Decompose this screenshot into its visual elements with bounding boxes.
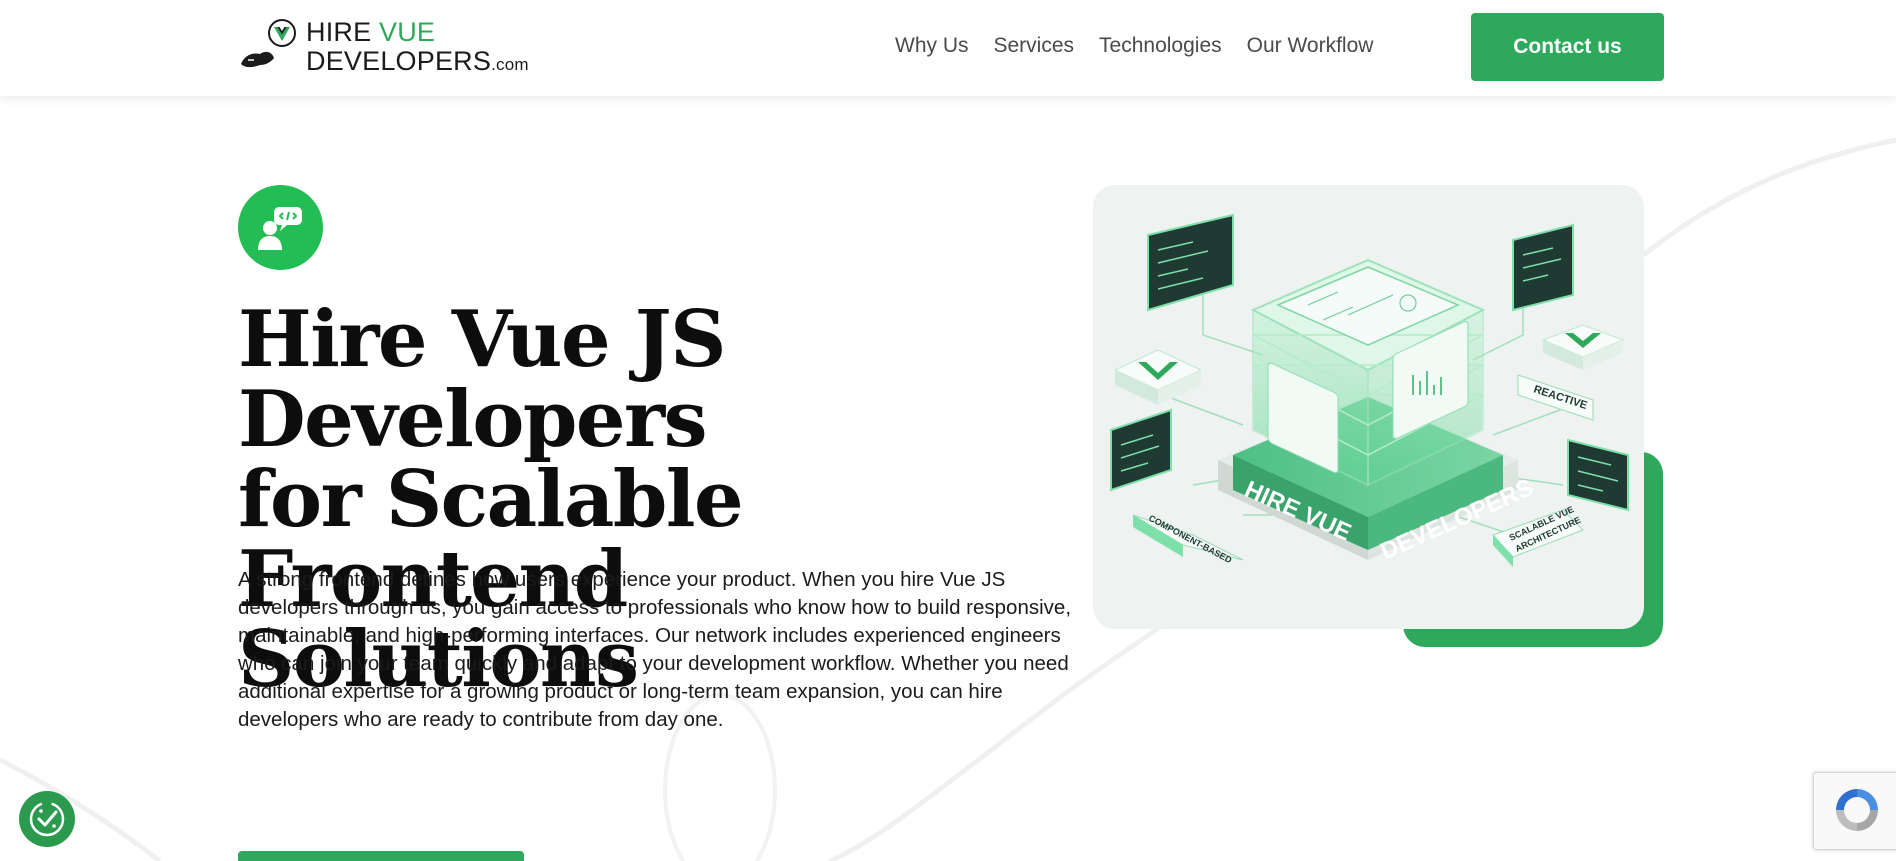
component-based-tag: COMPONENT-BASED <box>1132 513 1244 565</box>
logo-word-dotcom: .com <box>491 55 529 74</box>
code-panel-left <box>1110 408 1172 492</box>
cookie-consent-icon <box>29 801 65 837</box>
isometric-vue-illustration: HIRE VUE DEVELOPERS REACTIVE COMPONENT-B… <box>1110 213 1629 567</box>
logo-word-developers: DEVELOPERS <box>306 46 492 76</box>
recaptcha-badge[interactable] <box>1813 772 1896 850</box>
main-nav: Why Us Services Technologies Our Workflo… <box>895 30 1373 62</box>
reactive-tag: REACTIVE <box>1517 374 1594 421</box>
nav-link-technologies[interactable]: Technologies <box>1099 30 1222 62</box>
cookie-consent-button[interactable] <box>19 791 75 847</box>
hero-title-line-1: Hire Vue JS Developers <box>238 294 726 465</box>
code-panel-top-left <box>1147 213 1234 312</box>
hero-badge <box>238 185 323 270</box>
hero-description: A strong frontend defines how users expe… <box>238 568 1072 731</box>
site-header: HIRE VUE DEVELOPERS.com Why Us Services … <box>0 0 1896 96</box>
developer-chat-icon <box>258 207 302 250</box>
logo-wordmark: HIRE VUE DEVELOPERS.com <box>306 18 529 79</box>
site-logo[interactable]: HIRE VUE DEVELOPERS.com <box>238 16 529 79</box>
logo-word-vue: VUE <box>379 17 436 47</box>
hero-cta-button[interactable] <box>238 851 524 861</box>
logo-word-hire: HIRE <box>306 17 372 47</box>
code-panel-top-right <box>1512 223 1574 312</box>
code-panel-right <box>1567 438 1629 512</box>
nav-link-why-us[interactable]: Why Us <box>895 30 969 62</box>
hero-illustration: HIRE VUE DEVELOPERS REACTIVE COMPONENT-B… <box>1093 185 1644 629</box>
vue-tile-right <box>1541 324 1625 370</box>
vue-logo-mark-icon <box>241 19 296 68</box>
vue-tile-left <box>1113 349 1203 405</box>
contact-us-button[interactable]: Contact us <box>1471 13 1664 81</box>
recaptcha-icon <box>1836 789 1878 831</box>
nav-link-our-workflow[interactable]: Our Workflow <box>1247 30 1374 62</box>
nav-link-services[interactable]: Services <box>994 30 1075 62</box>
scalable-architecture-tag: SCALABLE VUE ARCHITECTURE <box>1492 504 1584 567</box>
